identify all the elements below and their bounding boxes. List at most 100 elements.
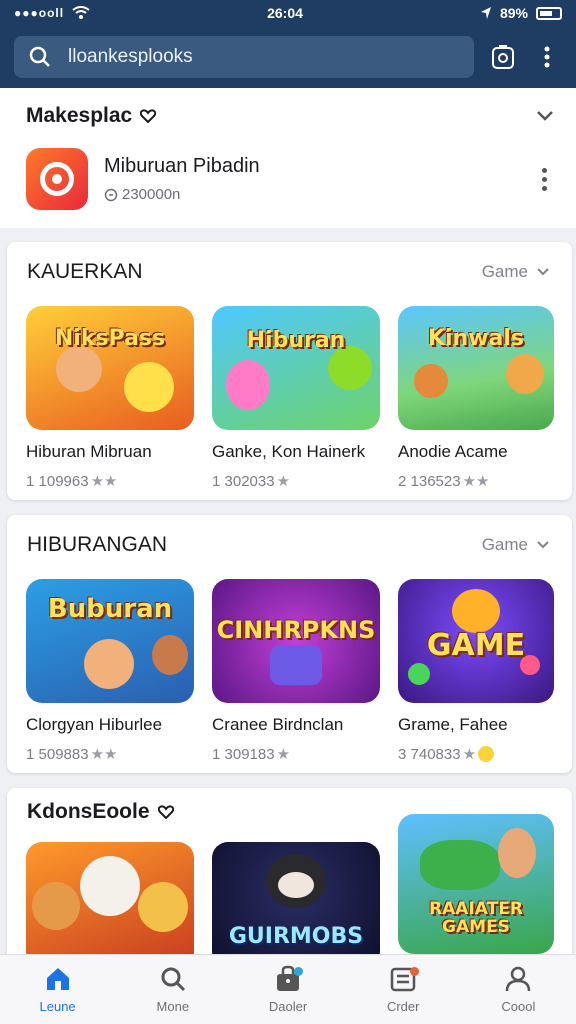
game-thumbnail [26, 842, 194, 968]
rating-value: 1 509883 [26, 745, 89, 763]
thumbnail-art-text: Buburan [47, 594, 173, 625]
chevron-down-icon[interactable] [536, 110, 554, 122]
game-name: Clorgyan Hiburlee [26, 715, 163, 734]
game-tile[interactable]: CINHRPKNS Cranee Birdnclan 1 309183 ★ [212, 579, 380, 763]
game-tile[interactable]: Hiburan Ganke, Kon Hainerk 1 302033 ★ [212, 306, 380, 490]
game-thumbnail: NiksPass [26, 306, 194, 430]
nav-label: Daoler [268, 999, 308, 1014]
app-logo-icon [26, 148, 88, 210]
status-time: 26:04 [267, 5, 303, 21]
battery-icon [535, 6, 562, 20]
game-thumbnail: RAAIATER GAMES [398, 814, 554, 954]
see-more-label: Game [481, 262, 528, 281]
game-name: Grame, Fahee [398, 715, 508, 734]
rating-value: 1 109963 [26, 472, 89, 490]
section-title: KdonsEoole [27, 800, 174, 824]
account-name: Miburuan Pibadin [104, 155, 260, 177]
rating-value: 1 309183 [212, 745, 275, 763]
notification-badge [294, 967, 304, 976]
rating-value: 1 302033 [212, 472, 275, 490]
game-name: Hiburan Mibruan [26, 442, 152, 461]
thumbnail-art-text: CINHRPKNS [216, 616, 376, 645]
chevron-down-icon [537, 268, 549, 276]
search-icon [161, 967, 185, 992]
profile-icon [506, 966, 531, 992]
nav-label: Crder [386, 999, 420, 1014]
notification-badge [409, 967, 419, 976]
nav-label: Mone [156, 999, 190, 1014]
game-name: Anodie Acame [398, 442, 508, 461]
thumbnail-art-text: RAAIATER GAMES [429, 899, 523, 937]
star-icon: ★ [462, 746, 477, 763]
marketplace-title: Makesplac [26, 104, 157, 128]
rating-value: 3 740833 [398, 745, 461, 763]
heart-icon [140, 109, 157, 123]
coin-icon [104, 188, 118, 201]
section-card: HIBURANGAN Game Buburan Clorgyan Hiburle… [7, 515, 572, 773]
game-rating: 1 109963 ★★ [26, 472, 194, 491]
game-tile[interactable]: GUIRMOBS [212, 842, 380, 968]
game-rating: 1 309183 ★ [212, 745, 380, 764]
search-icon [29, 46, 50, 67]
bottom-navigation: Leune Mone Daoler Crder Coool [0, 954, 576, 1024]
game-rating: 1 509883 ★★ [26, 745, 194, 764]
nav-item-bag[interactable]: Daoler [230, 955, 345, 1024]
section-title: KAUERKAN [27, 260, 143, 283]
game-tile[interactable]: Kinwals Anodie Acame 2 136523 ★★ [398, 306, 566, 490]
game-thumbnail: GUIRMOBS [212, 842, 380, 968]
home-icon [46, 968, 69, 990]
nav-label: Leune [39, 999, 76, 1014]
nav-item-orders[interactable]: Crder [346, 955, 461, 1024]
battery-percent: 89% [499, 5, 528, 21]
game-tile[interactable] [26, 842, 194, 968]
nav-item-search[interactable]: Mone [115, 955, 230, 1024]
more-vertical-icon [544, 46, 550, 68]
section-card: KAUERKAN Game NiksPass Hiburan Mibruan 1… [7, 242, 572, 500]
app-bar: lloankesplooks [0, 26, 576, 88]
account-more-button[interactable] [534, 167, 554, 191]
location-icon [480, 7, 491, 19]
thumbnail-art-text: GUIRMOBS [228, 924, 364, 950]
game-tile[interactable]: GAME Grame, Fahee 3 740833 ★ [398, 579, 566, 763]
see-more-button[interactable]: Game [482, 262, 550, 282]
more-options-button[interactable] [532, 42, 562, 72]
see-more-button[interactable]: Game [482, 535, 550, 555]
nav-item-home[interactable]: Leune [0, 955, 115, 1024]
section-title-text: KdonsEoole [27, 800, 150, 823]
game-name: Cranee Birdnclan [212, 715, 344, 734]
nav-item-profile[interactable]: Coool [461, 955, 576, 1024]
game-tile[interactable]: Buburan Clorgyan Hiburlee 1 509883 ★★ [26, 579, 194, 763]
game-thumbnail: GAME [398, 579, 554, 703]
search-input[interactable]: lloankesplooks [14, 36, 474, 78]
account-subtitle-text: 230000n [122, 186, 181, 203]
section-title: HIBURANGAN [27, 533, 168, 556]
game-tile[interactable]: RAAIATER GAMES [398, 814, 566, 968]
account-subtitle: 230000n [104, 186, 534, 203]
emoji-icon [478, 746, 495, 762]
status-bar: ●●●ooll 26:04 89% [0, 0, 576, 26]
chevron-down-icon [537, 541, 549, 549]
wifi-icon [72, 6, 90, 19]
star-icon: ★★ [90, 473, 118, 490]
scan-icon [492, 45, 514, 69]
nav-label: Coool [501, 999, 536, 1014]
game-name: Ganke, Kon Hainerk [212, 442, 366, 461]
signal-icon: ●●●ooll [14, 6, 65, 20]
thumbnail-art-text: NiksPass [54, 326, 166, 352]
marketplace-section: Makesplac Miburuan Pibadin 230000n [0, 88, 576, 228]
game-thumbnail: Buburan [26, 579, 194, 703]
heart-icon [157, 805, 174, 819]
star-icon: ★★ [90, 746, 118, 763]
thumbnail-art-text: Hiburan [246, 328, 346, 354]
thumbnail-art-text: Kinwals [427, 326, 525, 352]
game-tile[interactable]: NiksPass Hiburan Mibruan 1 109963 ★★ [26, 306, 194, 490]
marketplace-title-text: Makesplac [26, 104, 133, 127]
game-thumbnail: CINHRPKNS [212, 579, 380, 703]
thumbnail-art-text: GAME [426, 628, 526, 664]
account-row[interactable]: Miburuan Pibadin 230000n [26, 148, 554, 210]
game-rating: 2 136523 ★★ [398, 472, 566, 491]
camera-scan-button[interactable] [488, 42, 518, 72]
search-text: lloankesplooks [68, 46, 193, 67]
star-icon: ★ [276, 473, 291, 490]
game-thumbnail: Hiburan [212, 306, 380, 430]
